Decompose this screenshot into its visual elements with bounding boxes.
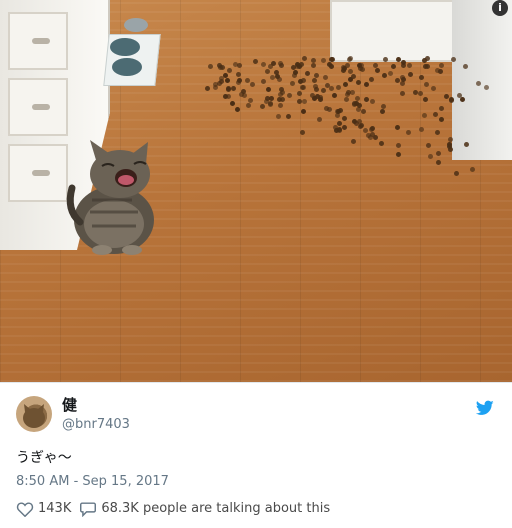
pet-bowl [124, 18, 148, 32]
tweet-photo[interactable]: i [0, 0, 512, 382]
talking-count: 68.3K people are talking about this [101, 501, 331, 516]
user-handle[interactable]: @bnr7403 [62, 416, 130, 433]
open-cabinet-door [330, 0, 470, 62]
display-name[interactable]: 健 [62, 396, 77, 415]
cabinet-drawer [8, 78, 68, 136]
cabinet-drawer [8, 144, 68, 202]
tweet-actions: 143K 68.3K people are talking about this [16, 500, 338, 517]
tweet-text: うぎゃ〜 [16, 450, 72, 466]
avatar[interactable] [16, 396, 52, 432]
twitter-bird-icon[interactable] [476, 400, 494, 416]
conversation-link[interactable]: 68.3K people are talking about this [79, 500, 330, 517]
tweet-timestamp[interactable]: 8:50 AM - Sep 15, 2017 [16, 473, 169, 490]
cat-figure [66, 140, 154, 255]
heart-icon [16, 501, 34, 517]
pet-bowl [110, 38, 140, 56]
avatar-cat-icon [23, 404, 45, 428]
cabinet-drawer [8, 12, 68, 70]
like-count: 143K [38, 501, 72, 516]
info-icon[interactable]: i [492, 0, 508, 16]
fridge [452, 0, 512, 160]
embedded-tweet-card: i 健 @bnr7403 うぎゃ〜 8:50 AM - Sep 15, 2017… [0, 0, 512, 528]
pet-bowl [112, 58, 142, 76]
comment-icon [80, 501, 97, 517]
like-button[interactable]: 143K [16, 500, 71, 517]
divider [0, 382, 512, 383]
